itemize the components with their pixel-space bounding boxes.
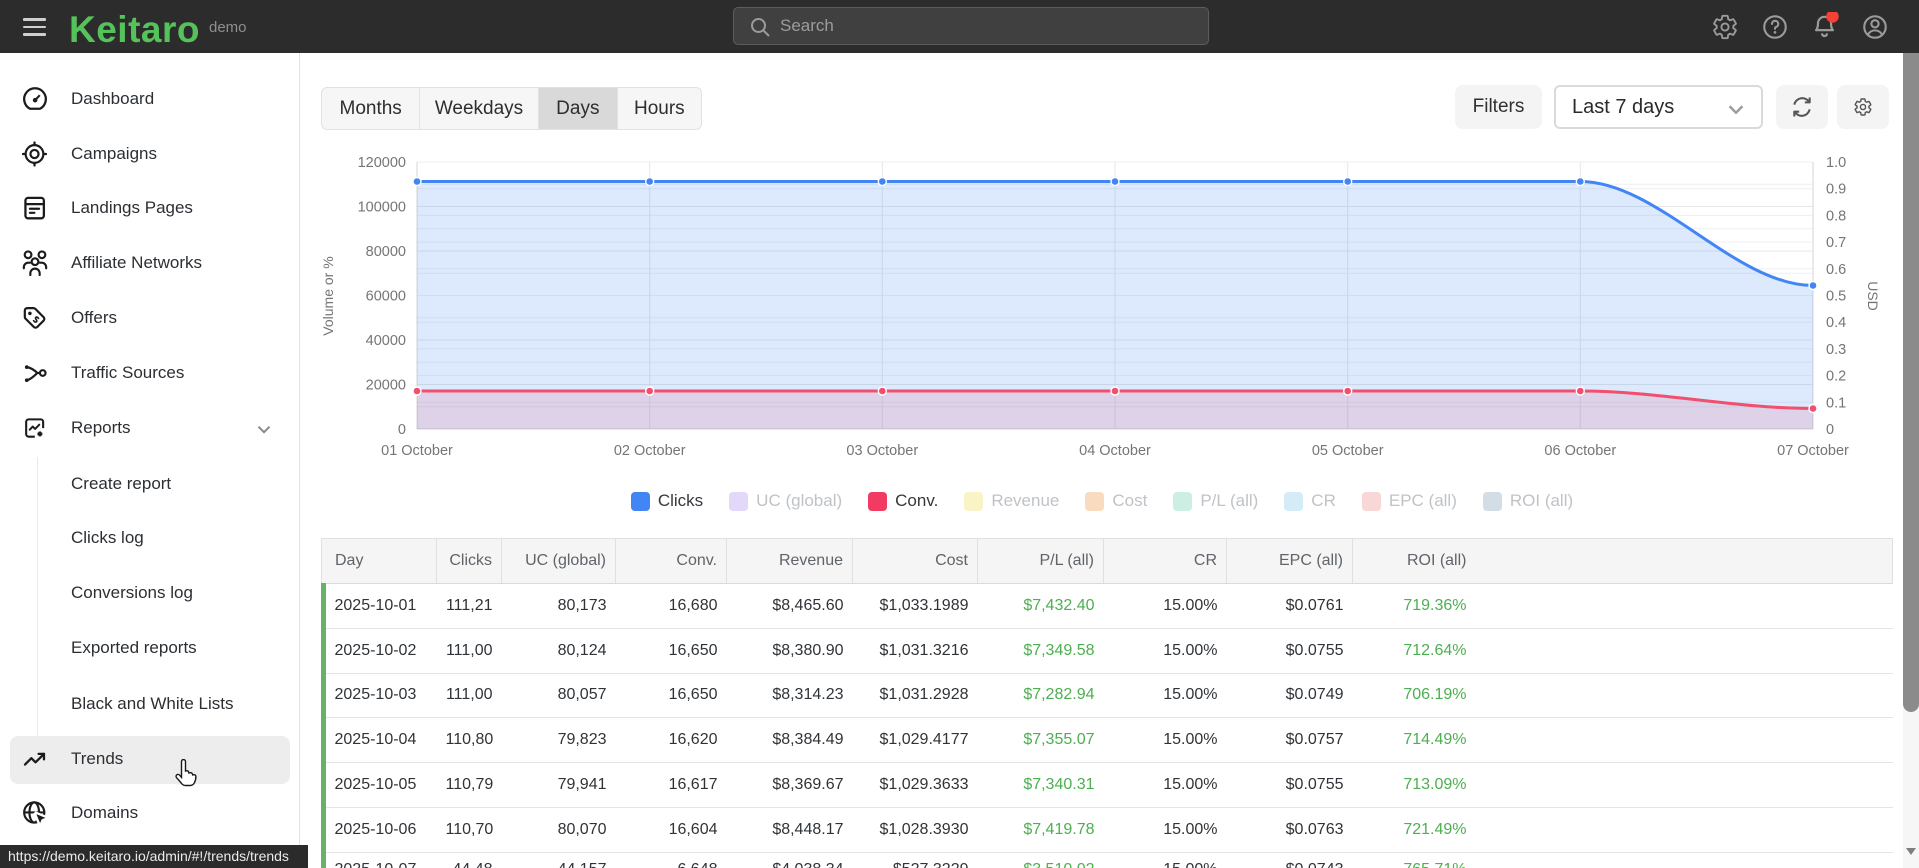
svg-text:0.9: 0.9	[1826, 182, 1846, 198]
svg-text:04 October: 04 October	[1079, 443, 1151, 459]
svg-text:0: 0	[398, 422, 406, 438]
svg-text:80000: 80000	[366, 244, 406, 260]
svg-text:0.5: 0.5	[1826, 289, 1846, 305]
svg-text:0: 0	[1826, 422, 1834, 438]
svg-text:0.7: 0.7	[1826, 235, 1846, 251]
svg-text:USD: USD	[1865, 281, 1881, 311]
svg-text:Volume or %: Volume or %	[320, 256, 336, 335]
svg-text:0.1: 0.1	[1826, 395, 1846, 411]
svg-text:07 October: 07 October	[1777, 443, 1849, 459]
svg-text:02 October: 02 October	[614, 443, 686, 459]
svg-text:01 October: 01 October	[381, 443, 453, 459]
svg-text:0.6: 0.6	[1826, 262, 1846, 278]
svg-text:120000: 120000	[358, 155, 406, 171]
svg-text:0.2: 0.2	[1826, 369, 1846, 385]
svg-text:40000: 40000	[366, 333, 406, 349]
svg-text:0.4: 0.4	[1826, 315, 1846, 331]
svg-text:05 October: 05 October	[1312, 443, 1384, 459]
svg-text:1.0: 1.0	[1826, 155, 1846, 171]
svg-text:20000: 20000	[366, 378, 406, 394]
svg-text:0.8: 0.8	[1826, 208, 1846, 224]
svg-text:06 October: 06 October	[1544, 443, 1616, 459]
svg-text:60000: 60000	[366, 289, 406, 305]
svg-text:03 October: 03 October	[846, 443, 918, 459]
svg-text:100000: 100000	[358, 200, 406, 216]
svg-text:0.3: 0.3	[1826, 342, 1846, 358]
